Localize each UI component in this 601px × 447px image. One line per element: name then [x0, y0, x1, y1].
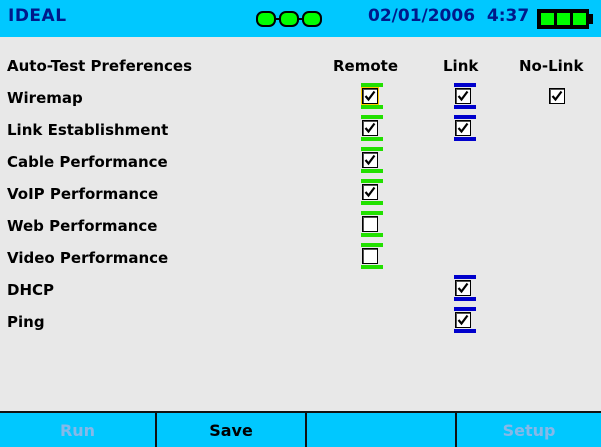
link-indicator-bottom: [454, 297, 476, 301]
remote-indicator-bottom: [361, 105, 383, 109]
remote-checkbox[interactable]: [362, 216, 378, 232]
remote-checkbox[interactable]: [362, 184, 378, 200]
nolink-checkbox[interactable]: [549, 88, 565, 104]
preference-label: Video Performance: [7, 249, 169, 267]
remote-checkbox[interactable]: [362, 248, 378, 264]
remote-checkbox[interactable]: [362, 152, 378, 168]
app-title: IDEAL: [8, 6, 67, 26]
date-text: 02/01/2006: [368, 6, 476, 26]
preference-label: Cable Performance: [7, 153, 168, 171]
setup-button[interactable]: Setup: [457, 413, 601, 447]
link-indicator-top: [454, 307, 476, 311]
column-link: Link: [443, 57, 479, 75]
link-checkbox[interactable]: [455, 280, 471, 296]
remote-indicator-bottom: [361, 265, 383, 269]
remote-indicator-bottom: [361, 137, 383, 141]
save-button[interactable]: Save: [157, 413, 307, 447]
column-remote: Remote: [333, 57, 399, 75]
remote-indicator-bottom: [361, 169, 383, 173]
remote-indicator-top: [361, 211, 383, 215]
preference-row-video-performance: Video Performance: [0, 243, 601, 274]
preference-row-wiremap: Wiremap: [0, 83, 601, 114]
preference-row-dhcp: DHCP: [0, 275, 601, 306]
preference-row-voip-performance: VoIP Performance: [0, 179, 601, 210]
remote-indicator-bottom: [361, 201, 383, 205]
column-no-link: No-Link: [519, 57, 584, 75]
preference-label: DHCP: [7, 281, 55, 299]
preference-label: Web Performance: [7, 217, 158, 235]
link-connection-icon: [256, 11, 322, 27]
remote-checkbox[interactable]: [361, 87, 379, 105]
remote-indicator-top: [361, 147, 383, 151]
run-button[interactable]: Run: [0, 413, 157, 447]
battery-full-icon: [537, 9, 593, 29]
link-checkbox[interactable]: [455, 88, 471, 104]
link-indicator-top: [454, 275, 476, 279]
link-indicator-bottom: [454, 329, 476, 333]
section-title: Auto-Test Preferences: [7, 57, 193, 75]
remote-indicator-top: [361, 115, 383, 119]
blank-softkey[interactable]: [307, 413, 457, 447]
date-time: 02/01/2006 4:37: [368, 6, 529, 26]
preference-label: VoIP Performance: [7, 185, 159, 203]
remote-indicator-top: [361, 179, 383, 183]
preference-row-ping: Ping: [0, 307, 601, 338]
remote-checkbox[interactable]: [362, 120, 378, 136]
header-bar: IDEAL 02/01/2006 4:37: [0, 0, 601, 37]
time-text: 4:37: [486, 6, 530, 26]
softkey-bar: Run Save Setup: [0, 411, 601, 447]
preference-row-cable-performance: Cable Performance: [0, 147, 601, 178]
link-indicator-bottom: [454, 137, 476, 141]
preference-label: Link Establishment: [7, 121, 169, 139]
column-header-row: Auto-Test Preferences Remote Link No-Lin…: [0, 57, 601, 81]
link-indicator-top: [454, 115, 476, 119]
link-checkbox[interactable]: [455, 120, 471, 136]
link-indicator-top: [454, 83, 476, 87]
remote-indicator-bottom: [361, 233, 383, 237]
link-checkbox[interactable]: [455, 312, 471, 328]
preference-row-web-performance: Web Performance: [0, 211, 601, 242]
preference-row-link-establishment: Link Establishment: [0, 115, 601, 146]
link-indicator-bottom: [454, 105, 476, 109]
preference-label: Ping: [7, 313, 45, 331]
remote-indicator-top: [361, 83, 383, 87]
remote-indicator-top: [361, 243, 383, 247]
preference-label: Wiremap: [7, 89, 83, 107]
